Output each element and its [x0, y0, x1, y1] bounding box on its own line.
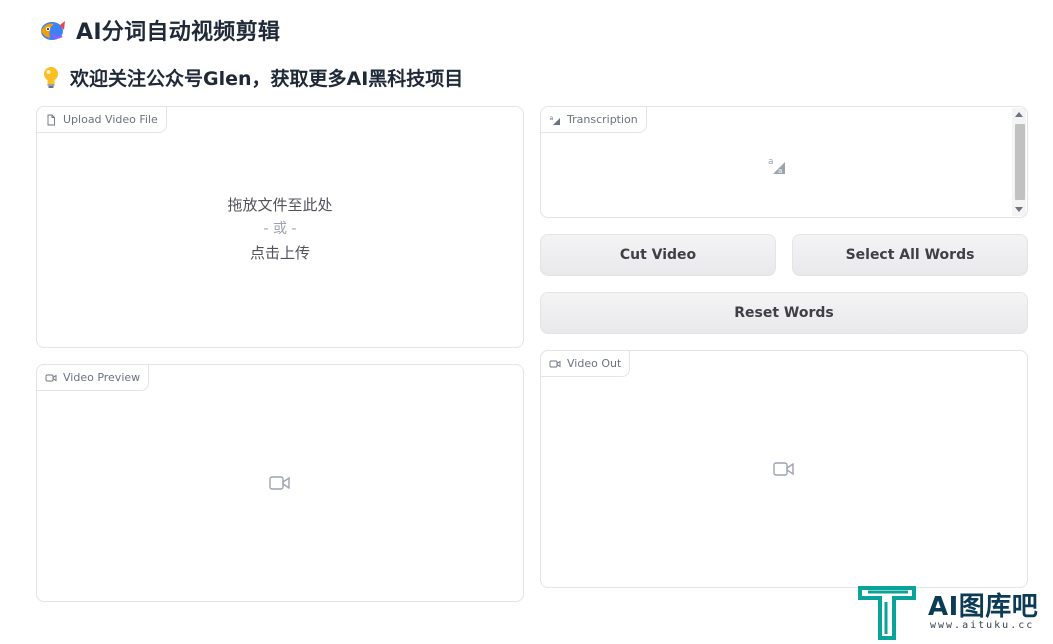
upload-label-text: Upload Video File	[63, 113, 158, 126]
watermark-brand: AI图库吧	[928, 592, 1039, 622]
video-out-panel-label: Video Out	[540, 350, 631, 377]
preview-label-text: Video Preview	[63, 371, 141, 384]
svg-text:a: a	[550, 115, 554, 122]
select-all-words-button[interactable]: Select All Words	[792, 234, 1028, 276]
drop-text: 拖放文件至此处	[227, 196, 333, 214]
or-text: - 或 -	[263, 221, 297, 237]
svg-text:a: a	[778, 167, 782, 175]
video-preview-panel: Video Preview	[36, 364, 524, 602]
video-camera-icon	[549, 360, 561, 367]
video-camera-icon	[45, 374, 57, 381]
reset-words-button[interactable]: Reset Words	[540, 292, 1028, 334]
cut-video-button[interactable]: Cut Video	[540, 234, 776, 276]
upload-panel-label: Upload Video File	[36, 106, 167, 133]
fish-logo-icon	[41, 21, 65, 40]
scroll-up-icon[interactable]	[1015, 112, 1023, 117]
translate-icon: a	[550, 115, 560, 125]
watermark: AI图库吧 www.aituku.cc	[858, 584, 1048, 640]
upload-prompt: 拖放文件至此处 - 或 - 点击上传	[37, 193, 523, 265]
svg-text:a: a	[768, 157, 774, 167]
video-out-label-text: Video Out	[567, 357, 622, 370]
click-upload-text: 点击上传	[249, 244, 310, 262]
video-placeholder-icon	[773, 462, 794, 476]
text-highlight-icon: a a	[768, 157, 785, 175]
video-out-panel: Video Out	[540, 350, 1028, 588]
file-icon	[47, 114, 55, 125]
scroll-down-icon[interactable]	[1015, 207, 1023, 212]
watermark-url: www.aituku.cc	[930, 620, 1035, 631]
scroll-thumb[interactable]	[1015, 124, 1025, 200]
page-subtitle: 欢迎关注公众号Glen，获取更多AI黑科技项目	[70, 67, 464, 90]
upload-video-dropzone[interactable]: Upload Video File 拖放文件至此处 - 或 - 点击上传	[36, 106, 524, 348]
transcription-panel-label: a Transcription	[541, 107, 647, 133]
watermark-logo-icon	[858, 586, 916, 640]
preview-panel-label: Video Preview	[36, 364, 150, 391]
transcription-scrollbar[interactable]	[1012, 108, 1026, 216]
transcription-label-text: Transcription	[567, 113, 638, 126]
subtitle-row: 欢迎关注公众号Glen，获取更多AI黑科技项目	[40, 62, 463, 92]
app-title-row: AI分词自动视频剪辑	[38, 14, 280, 46]
transcription-panel[interactable]: a Transcription a a	[540, 106, 1028, 218]
lightbulb-icon	[44, 67, 58, 88]
video-placeholder-icon	[269, 476, 290, 490]
page-title: AI分词自动视频剪辑	[76, 20, 281, 45]
